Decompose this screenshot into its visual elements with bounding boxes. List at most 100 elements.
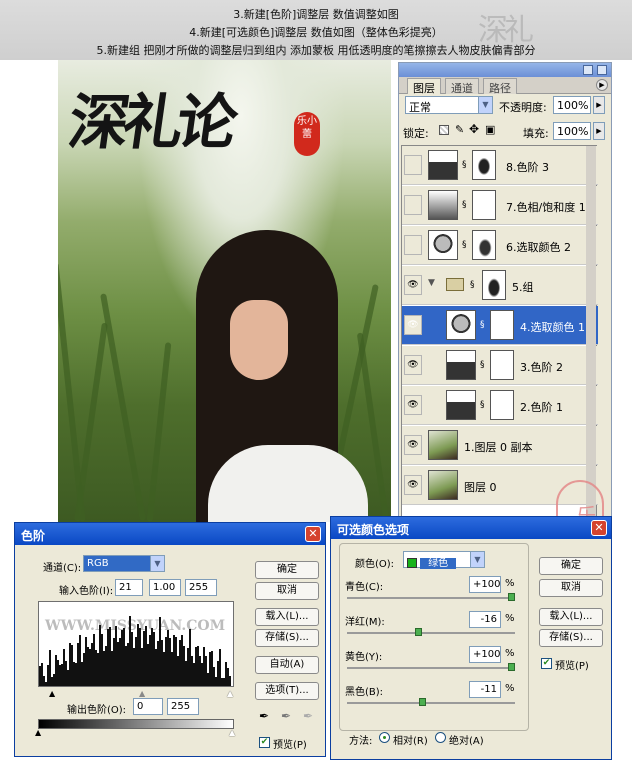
visibility-toggle-empty[interactable] <box>404 235 422 255</box>
percent-unit: % <box>505 578 515 589</box>
gray-eyedropper-icon[interactable]: ✒ <box>281 709 291 723</box>
layer-name: 2.色阶 1 <box>520 401 563 414</box>
white-eyedropper-icon[interactable]: ✒ <box>303 709 313 723</box>
chevron-down-icon: ▼ <box>478 97 492 113</box>
slider-value-field[interactable]: -16 <box>469 611 501 628</box>
close-icon[interactable]: ✕ <box>305 526 321 542</box>
eye-icon[interactable]: 👁 <box>404 315 422 335</box>
output-black-slider-icon[interactable]: ▲ <box>35 728 41 737</box>
layer-row[interactable]: 👁 1.图层 0 副本 <box>402 426 598 465</box>
layer-row[interactable]: 👁 § 2.色阶 1 <box>402 386 598 425</box>
load-button[interactable]: 载入(L)... <box>255 608 319 626</box>
tab-channels[interactable]: 通道 <box>445 78 479 95</box>
header-seal-watermark: 深礼 <box>478 13 534 48</box>
slider-thumb[interactable] <box>418 698 426 706</box>
visibility-toggle-empty[interactable] <box>404 195 422 215</box>
slider-label: 洋红(M): <box>345 617 385 628</box>
input-gamma-field[interactable]: 1.00 <box>149 579 181 596</box>
slider-value-field[interactable]: +100 <box>469 646 501 663</box>
opacity-slider-arrow-icon[interactable]: ▶ <box>593 96 605 114</box>
relative-radio[interactable] <box>379 732 390 743</box>
levels-thumbnail-icon <box>428 150 458 180</box>
ok-button[interactable]: 确定 <box>539 557 603 575</box>
slider-thumb[interactable] <box>508 593 515 601</box>
preview-checkbox[interactable]: ✔ <box>541 658 552 669</box>
red-seal-stamp: 乐小蕾 <box>294 112 320 156</box>
white-point-slider-icon[interactable]: ▲ <box>227 689 233 698</box>
layer-mask-thumbnail <box>472 190 496 220</box>
absolute-radio[interactable] <box>435 732 446 743</box>
photo-canvas: 深礼论 乐小蕾 <box>58 60 391 522</box>
options-button[interactable]: 选项(T)... <box>255 682 319 700</box>
save-button[interactable]: 存储(S)... <box>255 629 319 647</box>
histogram-bar <box>229 676 231 686</box>
slider-value-field[interactable]: -11 <box>469 681 501 698</box>
close-icon[interactable]: ✕ <box>591 520 607 536</box>
group-row[interactable]: 👁 ▼ § 5.组 <box>402 266 598 305</box>
save-button[interactable]: 存储(S)... <box>539 629 603 647</box>
cancel-button[interactable]: 取消 <box>255 582 319 600</box>
absolute-label: 绝对(A) <box>449 736 484 747</box>
auto-button[interactable]: 自动(A) <box>255 656 319 674</box>
minimize-icon[interactable] <box>583 65 593 75</box>
fill-slider-arrow-icon[interactable]: ▶ <box>593 122 605 140</box>
opacity-input[interactable]: 100% <box>553 96 591 114</box>
eye-icon[interactable]: 👁 <box>404 395 422 415</box>
fill-input[interactable]: 100% <box>553 122 591 140</box>
output-white-slider-icon[interactable]: ▲ <box>229 728 235 737</box>
layer-row-selected[interactable]: 👁 § 4.选取颜色 1 <box>402 306 598 345</box>
levels-titlebar[interactable]: 色阶 ✕ <box>15 523 325 545</box>
eye-icon[interactable]: 👁 <box>404 475 422 495</box>
load-button[interactable]: 载入(L)... <box>539 608 603 626</box>
layer-row[interactable]: 👁 § 3.色阶 2 <box>402 346 598 385</box>
eye-icon[interactable]: 👁 <box>404 435 422 455</box>
input-white-field[interactable]: 255 <box>185 579 217 596</box>
tab-paths[interactable]: 路径 <box>483 78 517 95</box>
slider-track[interactable] <box>347 667 515 669</box>
visibility-toggle-empty[interactable] <box>404 155 422 175</box>
slider-track[interactable] <box>347 702 515 704</box>
eye-icon[interactable]: 👁 <box>404 275 422 295</box>
output-white-field[interactable]: 255 <box>167 698 199 715</box>
slider-value-field[interactable]: +100 <box>469 576 501 593</box>
close-icon[interactable] <box>597 65 607 75</box>
palette-menu-icon[interactable]: ▶ <box>596 79 608 91</box>
selective-color-thumbnail-icon <box>446 310 476 340</box>
disclosure-triangle-icon[interactable]: ▼ <box>428 278 435 288</box>
eye-icon[interactable]: 👁 <box>404 355 422 375</box>
selective-color-titlebar[interactable]: 可选颜色选项 ✕ <box>331 517 611 539</box>
method-label: 方法: <box>349 736 373 747</box>
lock-transparency-icon[interactable] <box>439 125 449 135</box>
color-label: 颜色(O): <box>355 559 395 570</box>
layer-row[interactable]: § 6.选取颜色 2 <box>402 226 598 265</box>
lock-brush-icon[interactable]: ✎ <box>455 123 464 136</box>
slider-track[interactable] <box>347 632 515 634</box>
layer-row[interactable]: § 7.色相/饱和度 1 <box>402 186 598 225</box>
blend-mode-select[interactable]: 正常 ▼ <box>405 96 493 114</box>
image-thumbnail <box>428 430 458 460</box>
layer-row[interactable]: § 8.色阶 3 <box>402 146 598 185</box>
percent-unit: % <box>505 613 515 624</box>
palette-titlebar[interactable] <box>399 63 611 77</box>
layers-scrollbar[interactable] <box>586 146 596 522</box>
black-eyedropper-icon[interactable]: ✒ <box>259 709 269 723</box>
input-levels-label: 输入色阶(I): <box>59 586 114 597</box>
layers-list: § 8.色阶 3 § 7.色相/饱和度 1 § 6.选取颜色 2 👁 ▼ § 5… <box>401 145 598 522</box>
hue-saturation-thumbnail-icon <box>428 190 458 220</box>
black-point-slider-icon[interactable]: ▲ <box>49 689 55 698</box>
slider-thumb[interactable] <box>414 628 422 636</box>
cancel-button[interactable]: 取消 <box>539 579 603 597</box>
lock-move-icon[interactable]: ✥ <box>469 122 479 136</box>
gamma-slider-icon[interactable]: ▲ <box>139 689 145 698</box>
slider-thumb[interactable] <box>508 663 515 671</box>
preview-checkbox[interactable]: ✔ <box>259 737 270 748</box>
tab-layers[interactable]: 图层 <box>407 78 441 95</box>
ok-button[interactable]: 确定 <box>255 561 319 579</box>
slider-track[interactable] <box>347 597 515 599</box>
color-select[interactable]: 绿色 ▼ <box>403 551 485 569</box>
lock-all-icon[interactable]: ▣ <box>485 123 495 136</box>
green-swatch-icon <box>407 558 417 568</box>
input-black-field[interactable]: 21 <box>115 579 143 596</box>
output-black-field[interactable]: 0 <box>133 698 163 715</box>
channel-select[interactable]: RGB ▼ <box>83 555 165 572</box>
